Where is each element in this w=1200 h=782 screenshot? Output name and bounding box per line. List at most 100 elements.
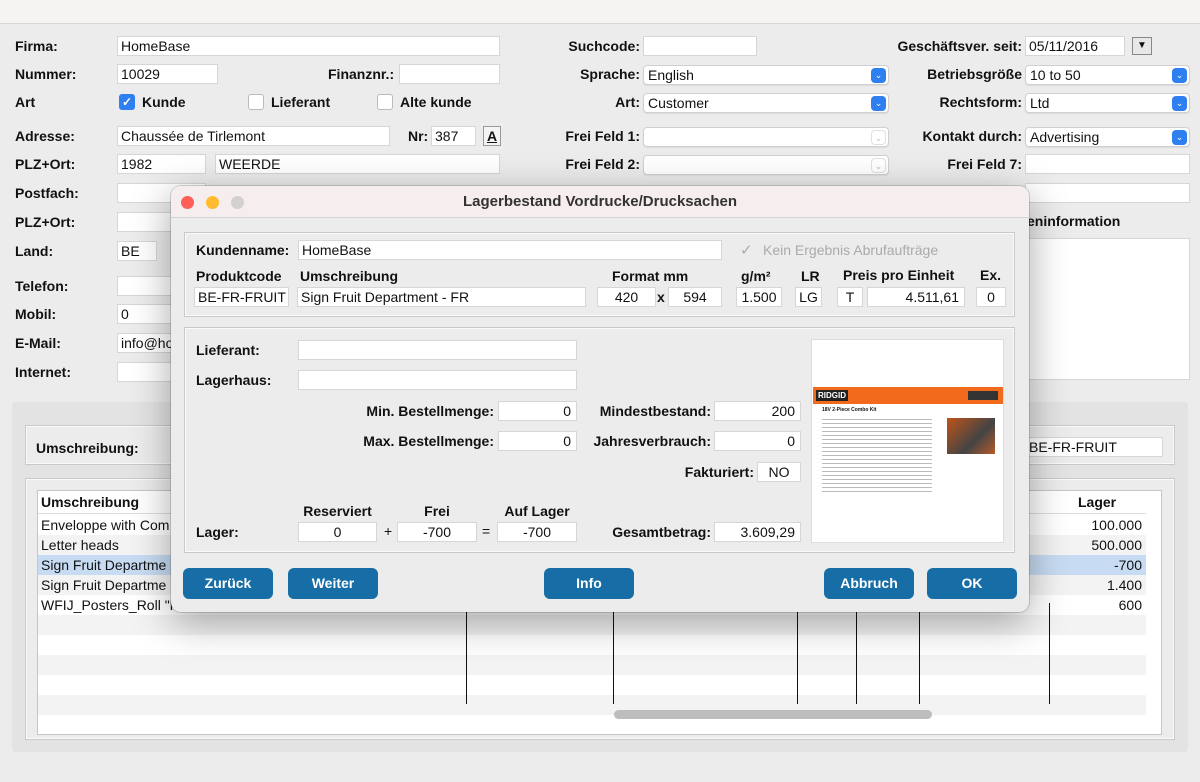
- frei2-label: Frei Feld 2:: [565, 156, 640, 172]
- fakturiert-label: Fakturiert:: [684, 464, 754, 480]
- firma-input[interactable]: HomeBase: [117, 36, 500, 56]
- ok-button[interactable]: OK: [927, 568, 1017, 599]
- internet-label: Internet:: [15, 364, 71, 380]
- cell-umschreibung: WFIJ_Posters_Roll "P: [41, 597, 180, 613]
- weiter-button[interactable]: Weiter: [288, 568, 378, 599]
- cell-lager: 1.400: [1106, 577, 1142, 593]
- plz-input[interactable]: 1982: [117, 154, 206, 174]
- t-input[interactable]: T: [837, 287, 863, 307]
- info-textarea[interactable]: [1025, 238, 1190, 380]
- ort-input[interactable]: WEERDE: [215, 154, 500, 174]
- nr-input[interactable]: 387: [431, 126, 476, 146]
- table-row[interactable]: [38, 695, 1146, 715]
- horizontal-scrollbar[interactable]: [614, 710, 932, 719]
- kein-ergebnis-checkbox[interactable]: ✓: [740, 241, 753, 259]
- minimize-button[interactable]: [206, 196, 219, 209]
- window-top-bar: [0, 0, 1200, 24]
- ex-input[interactable]: 0: [976, 287, 1006, 307]
- kontakt-select[interactable]: Advertising ⌄: [1025, 127, 1190, 147]
- umschreibung-header: Umschreibung: [300, 268, 399, 284]
- preis-input[interactable]: 4.511,61: [867, 287, 965, 307]
- col-lager[interactable]: Lager: [1078, 491, 1116, 514]
- cell-lager: 500.000: [1091, 537, 1142, 553]
- frei-input[interactable]: -700: [397, 522, 477, 542]
- kunde-checkbox[interactable]: ✓: [119, 94, 135, 110]
- kundenname-input[interactable]: HomeBase: [298, 240, 722, 260]
- table-row[interactable]: [38, 655, 1146, 675]
- format-height-input[interactable]: 594: [668, 287, 722, 307]
- suchcode-input[interactable]: [643, 36, 757, 56]
- frei7-input[interactable]: [1025, 154, 1190, 174]
- table-row[interactable]: [38, 615, 1146, 635]
- rechtsform-value: Ltd: [1030, 95, 1050, 111]
- preis-header: Preis pro Einheit: [843, 267, 955, 283]
- land-input[interactable]: BE: [117, 241, 157, 261]
- kein-ergebnis-label: Kein Ergebnis Abrufaufträge: [763, 242, 939, 258]
- min-bestell-label: Min. Bestellmenge:: [366, 403, 494, 419]
- nr-label: Nr:: [408, 128, 429, 144]
- format-x: x: [657, 289, 665, 305]
- kundenname-label: Kundenname:: [196, 242, 290, 258]
- abbruch-button[interactable]: Abbruch: [824, 568, 914, 599]
- lr-input[interactable]: LG: [795, 287, 822, 307]
- alte-kunde-checkbox[interactable]: [377, 94, 393, 110]
- flyer-heading: 18V 2-Piece Combo Kit: [822, 407, 877, 413]
- address-lookup-button[interactable]: A: [483, 126, 501, 146]
- table-row[interactable]: [38, 635, 1146, 655]
- format-width-input[interactable]: 420: [597, 287, 656, 307]
- seit-date-input[interactable]: 05/11/2016: [1025, 36, 1125, 56]
- col-umschreibung[interactable]: Umschreibung: [41, 491, 139, 514]
- lieferant-input[interactable]: [298, 340, 577, 360]
- zurueck-button[interactable]: Zurück: [183, 568, 273, 599]
- betrieb-value: 10 to 50: [1030, 67, 1081, 83]
- auf-lager-header: Auf Lager: [504, 503, 570, 519]
- table-row[interactable]: [38, 675, 1146, 695]
- code-search-input[interactable]: BE-FR-FRUIT: [1025, 437, 1163, 457]
- sprache-select[interactable]: English ⌄: [643, 65, 889, 85]
- lagerhaus-input[interactable]: [298, 370, 577, 390]
- telefon-label: Telefon:: [15, 278, 69, 294]
- zoom-button[interactable]: [231, 196, 244, 209]
- rechtsform-select[interactable]: Ltd ⌄: [1025, 93, 1190, 113]
- adresse-input[interactable]: Chaussée de Tirlemont: [117, 126, 390, 146]
- info-button[interactable]: Info: [544, 568, 634, 599]
- mindestbestand-input[interactable]: 200: [714, 401, 801, 421]
- frei1-label: Frei Feld 1:: [565, 128, 640, 144]
- betrieb-select[interactable]: 10 to 50 ⌄: [1025, 65, 1190, 85]
- jahresverbrauch-label: Jahresverbrauch:: [593, 433, 711, 449]
- lagerhaus-label: Lagerhaus:: [196, 372, 272, 388]
- art2-label: Art:: [615, 94, 640, 110]
- produktcode-input[interactable]: BE-FR-FRUIT: [194, 287, 289, 307]
- cell-umschreibung: Letter heads: [41, 537, 119, 553]
- rechtsform-label: Rechtsform:: [939, 94, 1022, 110]
- cell-lager: 100.000: [1091, 517, 1142, 533]
- frei2-select[interactable]: ⌄: [643, 155, 889, 175]
- kontakt-value: Advertising: [1030, 129, 1100, 145]
- nummer-input[interactable]: 10029: [117, 64, 218, 84]
- umschreibung-input[interactable]: Sign Fruit Department - FR: [297, 287, 586, 307]
- mindestbestand-label: Mindestbestand:: [599, 403, 711, 419]
- fakturiert-input[interactable]: NO: [757, 462, 801, 482]
- product-image: RIDGID 18V 2-Piece Combo Kit: [811, 339, 1004, 543]
- gesamtbetrag-input[interactable]: 3.609,29: [714, 522, 801, 542]
- equals-sign: =: [482, 523, 491, 539]
- alte-kunde-label: Alte kunde: [400, 94, 472, 110]
- seit-label: Geschäftsver. seit:: [897, 38, 1022, 54]
- date-dropdown-button[interactable]: ▼: [1132, 37, 1152, 55]
- info-label: eninformation: [1027, 213, 1121, 229]
- finanznr-input[interactable]: [399, 64, 500, 84]
- frei8-input[interactable]: [1025, 183, 1190, 203]
- gm2-input[interactable]: 1.500: [736, 287, 782, 307]
- close-button[interactable]: [181, 196, 194, 209]
- art-select[interactable]: Customer ⌄: [643, 93, 889, 113]
- lieferant-checkbox[interactable]: [248, 94, 264, 110]
- gesamtbetrag-label: Gesamtbetrag:: [612, 524, 711, 540]
- jahresverbrauch-input[interactable]: 0: [714, 431, 801, 451]
- flyer-text: [822, 416, 932, 494]
- produktcode-header: Produktcode: [196, 268, 282, 284]
- lieferant-label: Lieferant:: [196, 342, 260, 358]
- reserviert-input[interactable]: 0: [298, 522, 377, 542]
- format-header: Format mm: [612, 268, 689, 284]
- frei1-select[interactable]: ⌄: [643, 127, 889, 147]
- mobil-label: Mobil:: [15, 306, 57, 322]
